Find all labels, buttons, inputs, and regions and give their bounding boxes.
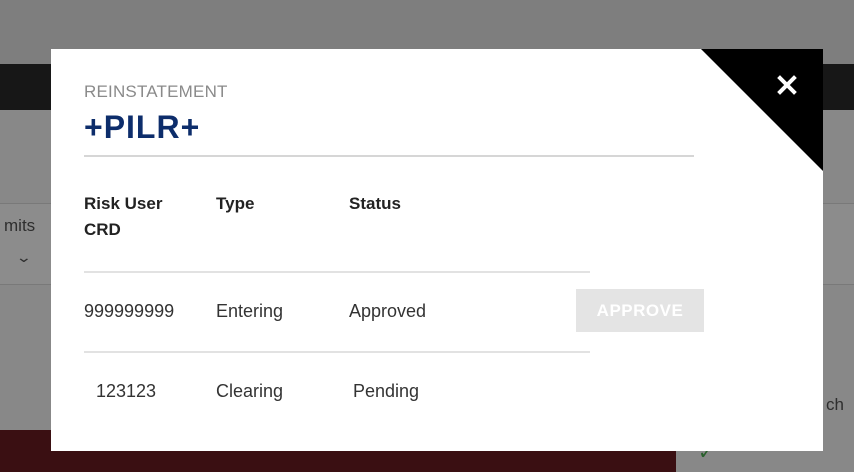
row-divider <box>84 271 590 273</box>
modal-eyebrow: REINSTATEMENT <box>84 82 228 101</box>
row-2-crd: 123123 <box>96 381 157 401</box>
column-header-risk-user-crd: Risk User CRD <box>84 194 163 239</box>
row-1-crd: 999999999 <box>84 301 175 321</box>
row-2-status: Pending <box>353 381 420 401</box>
close-icon <box>777 75 797 95</box>
row-divider <box>84 351 590 353</box>
approve-button[interactable]: APPROVE <box>576 289 704 332</box>
title-divider <box>84 155 694 157</box>
modal-title: +PILR+ <box>84 109 201 145</box>
close-button[interactable] <box>763 63 811 107</box>
column-header-status: Status <box>349 194 401 213</box>
row-1-type: Entering <box>216 301 284 321</box>
row-1-status: Approved <box>349 301 427 321</box>
column-header-type: Type <box>216 194 255 213</box>
row-2-type: Clearing <box>216 381 284 401</box>
reinstatement-modal: REINSTATEMENT +PILR+ Risk User CRD Type … <box>51 49 823 451</box>
